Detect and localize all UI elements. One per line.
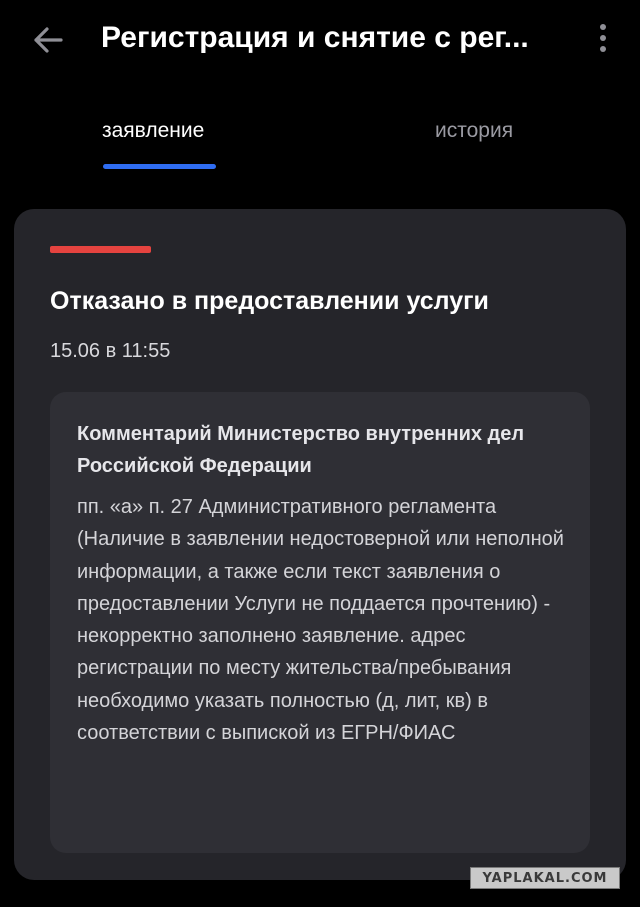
- watermark: YAPLAKAL.COM: [470, 867, 620, 889]
- page-title: Регистрация и снятие с рег...: [101, 21, 529, 54]
- more-options-button[interactable]: [588, 18, 618, 58]
- back-button[interactable]: [28, 20, 68, 60]
- tab-history[interactable]: история: [435, 116, 513, 146]
- application-status-card: Отказано в предоставлении услуги 15.06 в…: [14, 209, 626, 880]
- more-vertical-icon: [600, 24, 606, 52]
- comment-text: пп. «а» п. 27 Административного регламен…: [77, 496, 564, 745]
- status-color-bar: [50, 246, 151, 253]
- arrow-left-icon: [34, 27, 63, 53]
- tab-statement[interactable]: заявление: [102, 116, 204, 146]
- status-date: 15.06 в 11:55: [50, 340, 171, 362]
- active-tab-indicator: [103, 164, 216, 169]
- status-title: Отказано в предоставлении услуги: [50, 287, 489, 315]
- comment-author: Комментарий Министерство внутренних дел …: [77, 423, 525, 477]
- tab-bar: заявление история: [0, 100, 640, 172]
- app-bar: Регистрация и снятие с рег...: [0, 0, 640, 78]
- comment-box: Комментарий Министерство внутренних дел …: [50, 392, 590, 853]
